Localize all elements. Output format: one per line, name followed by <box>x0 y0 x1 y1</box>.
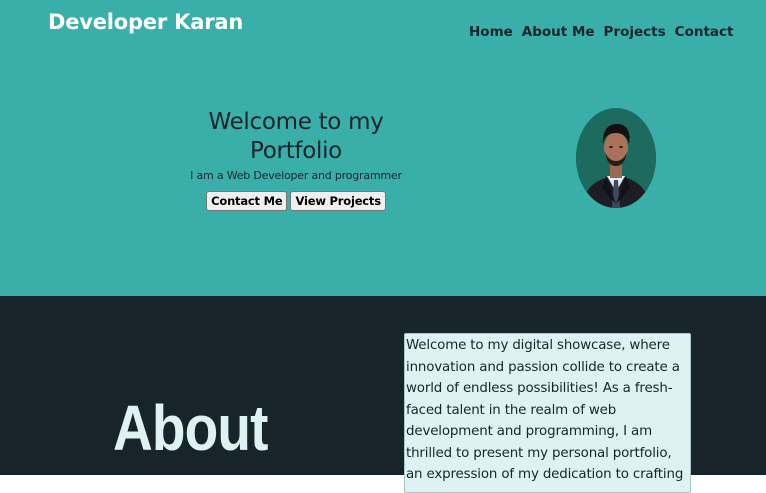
nav-about-link[interactable]: About Me <box>522 24 595 40</box>
hero-section: Developer Karan Home About Me Projects C… <box>0 0 766 296</box>
main-nav: Home About Me Projects Contact <box>469 24 733 40</box>
nav-contact-link[interactable]: Contact <box>675 24 734 40</box>
hero-heading: Welcome to my Portfolio <box>208 109 384 164</box>
view-projects-button[interactable]: View Projects <box>290 191 386 211</box>
site-brand[interactable]: Developer Karan <box>48 10 243 34</box>
nav-home-link[interactable]: Home <box>469 24 513 40</box>
about-text-box: Welcome to my digital showcase, where in… <box>404 333 691 493</box>
profile-photo-illustration <box>576 108 656 208</box>
about-section: About Welcome to my digital showcase, wh… <box>0 296 766 493</box>
contact-me-button[interactable]: Contact Me <box>206 191 288 211</box>
about-title: About <box>113 392 268 464</box>
nav-projects-link[interactable]: Projects <box>604 24 666 40</box>
about-description: Welcome to my digital showcase, where in… <box>406 338 684 482</box>
welcome-block: Welcome to my Portfolio I am a Web Devel… <box>186 108 406 211</box>
hero-subtitle: I am a Web Developer and programmer <box>190 169 402 182</box>
hero-buttons: Contact Me View Projects <box>186 191 406 211</box>
profile-photo <box>576 108 656 208</box>
